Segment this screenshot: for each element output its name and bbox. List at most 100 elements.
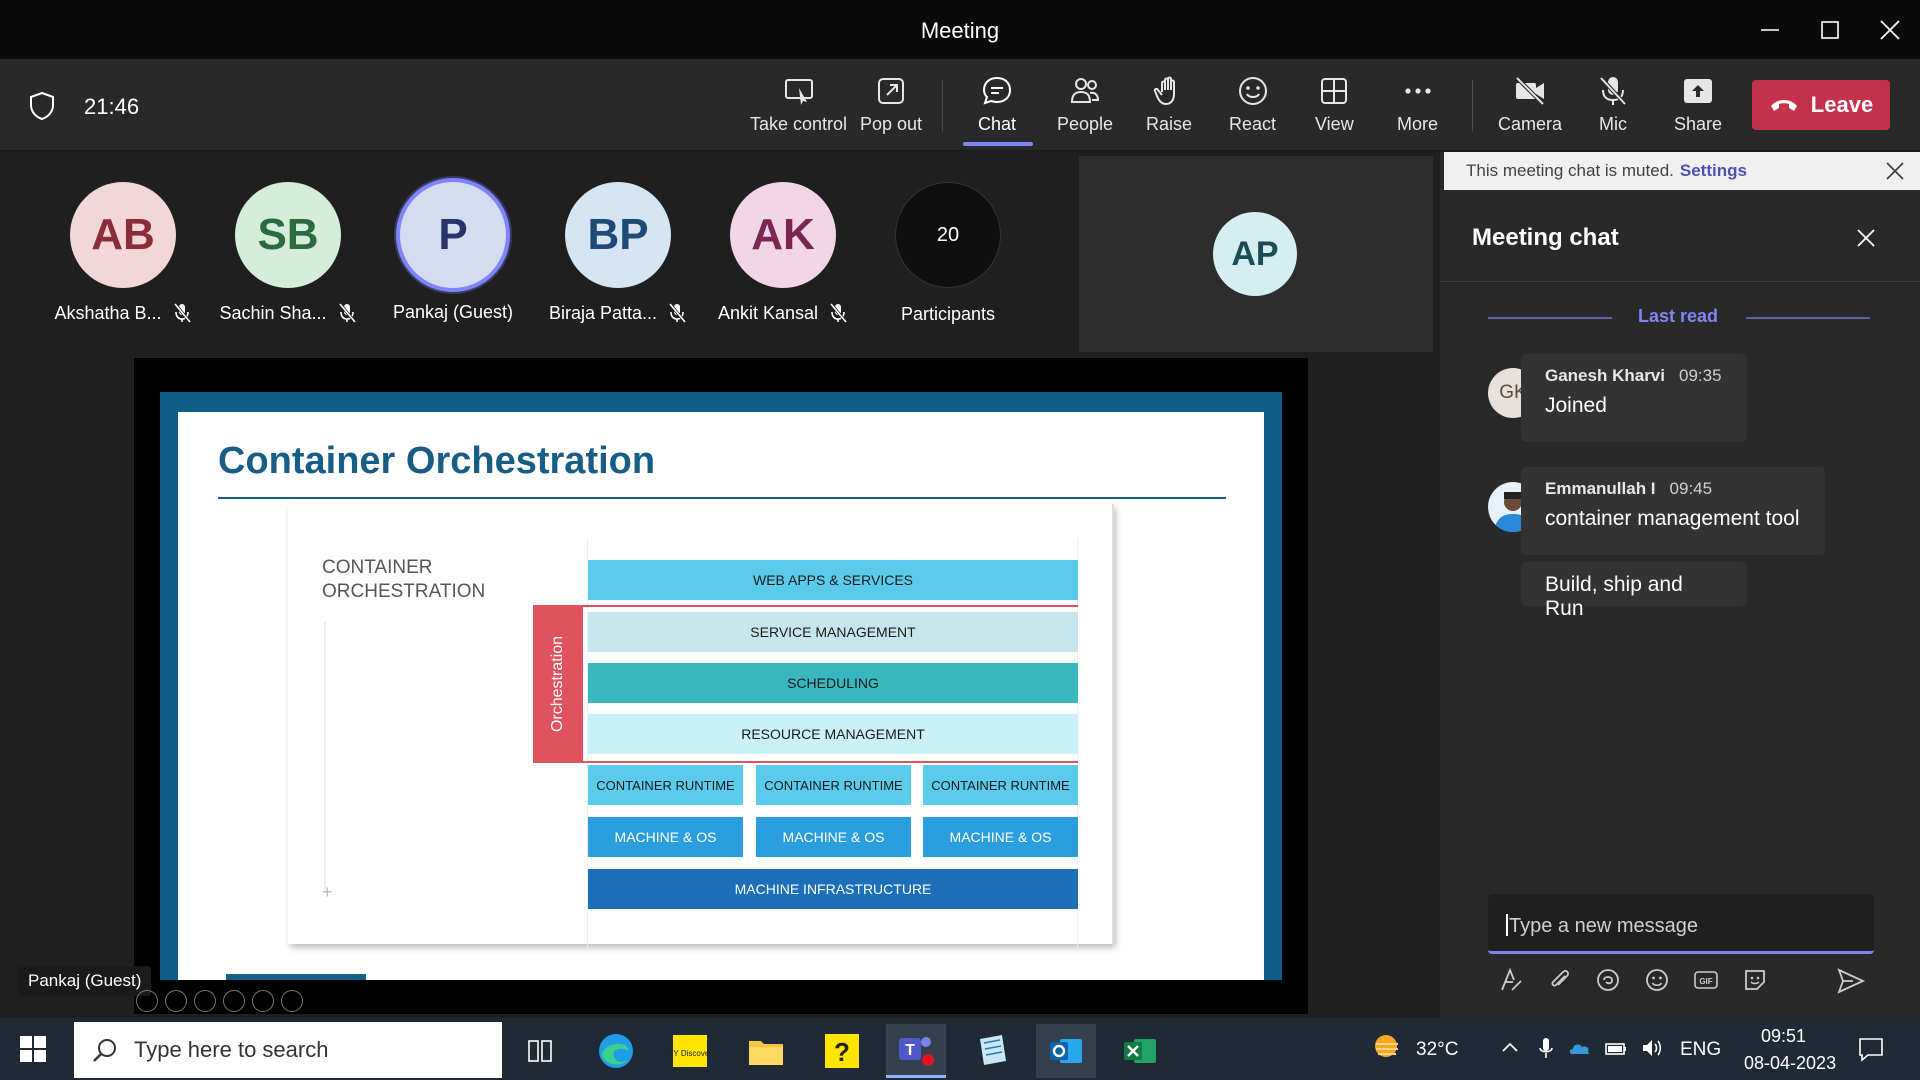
- windows-start-icon[interactable]: [20, 1036, 46, 1062]
- help-icon: ?: [825, 1034, 859, 1068]
- next-slide-icon[interactable]: [165, 990, 187, 1012]
- notepad-app[interactable]: [962, 1024, 1022, 1078]
- participants-count-tile[interactable]: 20 Participants: [873, 182, 1023, 325]
- edge-app[interactable]: [586, 1024, 646, 1078]
- take-control-button[interactable]: Take control: [750, 74, 847, 144]
- diagram-side-label: CONTAINER ORCHESTRATION: [322, 557, 486, 602]
- banner-text: This meeting chat is muted.: [1466, 161, 1674, 180]
- chat-message: Build, ship and Run: [1521, 562, 1747, 620]
- participant-tile-speaking[interactable]: P Pankaj (Guest): [378, 182, 528, 323]
- excel-app[interactable]: [1110, 1024, 1170, 1078]
- participant-tile[interactable]: SB Sachin Sha...: [213, 182, 363, 324]
- microphone-icon[interactable]: [1534, 1036, 1558, 1060]
- notifications-icon[interactable]: [1856, 1034, 1886, 1064]
- search-icon: [93, 1039, 116, 1062]
- weather-sun-icon[interactable]: [1368, 1030, 1406, 1064]
- ey-discover-icon: EY Discover: [670, 1035, 710, 1067]
- avatar: P: [400, 182, 506, 288]
- pop-out-button[interactable]: Pop out: [860, 74, 922, 144]
- attach-icon[interactable]: [1545, 966, 1573, 994]
- battery-icon[interactable]: [1604, 1036, 1628, 1060]
- minimize-button[interactable]: [1740, 0, 1800, 59]
- share-button[interactable]: Share: [1674, 74, 1722, 144]
- chat-active-indicator: [963, 142, 1033, 146]
- close-chat-icon[interactable]: [1854, 226, 1878, 250]
- onedrive-icon[interactable]: [1568, 1036, 1592, 1060]
- view-button[interactable]: View: [1315, 74, 1354, 144]
- teams-app[interactable]: T: [886, 1024, 946, 1078]
- clock-date[interactable]: 08-04-2023: [1744, 1053, 1836, 1074]
- meeting-toolbar: [0, 59, 1920, 151]
- outlook-icon: [1050, 1039, 1082, 1063]
- language-indicator[interactable]: ENG: [1680, 1039, 1721, 1061]
- loop-icon[interactable]: [1594, 966, 1622, 994]
- message-compose-box[interactable]: Type a new message: [1488, 894, 1874, 954]
- react-button[interactable]: React: [1229, 74, 1276, 144]
- volume-icon[interactable]: [1640, 1036, 1664, 1060]
- taskbar-search-input[interactable]: Type here to search: [74, 1022, 502, 1078]
- maximize-button[interactable]: [1800, 0, 1860, 59]
- slides-grid-icon[interactable]: [223, 990, 245, 1012]
- leave-label: Leave: [1810, 92, 1874, 117]
- message-text: container management tool: [1545, 507, 1800, 530]
- react-label: React: [1229, 114, 1277, 134]
- red-divider: [583, 605, 1078, 607]
- chat-message: Emmanullah I 09:45 container management t…: [1521, 467, 1825, 555]
- camera-label: Camera: [1498, 114, 1563, 134]
- close-window-button[interactable]: [1860, 0, 1920, 59]
- people-label: People: [1057, 114, 1114, 134]
- participant-name: Akshatha B...: [54, 302, 162, 323]
- compose-toolbar: GIF: [1496, 966, 1769, 994]
- people-button[interactable]: People: [1057, 74, 1113, 144]
- settings-link[interactable]: Settings: [1680, 161, 1747, 181]
- leave-button[interactable]: Leave: [1752, 80, 1890, 130]
- participant-tile[interactable]: BP Biraja Patta...: [543, 182, 693, 324]
- task-view-button[interactable]: [510, 1024, 570, 1078]
- smiley-icon: [1238, 77, 1267, 105]
- participant-tile[interactable]: AB Akshatha B...: [48, 182, 198, 324]
- gif-icon[interactable]: GIF: [1692, 966, 1720, 994]
- mic-label: Mic: [1599, 114, 1627, 134]
- outlook-app[interactable]: [1036, 1024, 1096, 1078]
- clock-time[interactable]: 09:51: [1761, 1026, 1806, 1047]
- text-cursor: [1506, 914, 1508, 936]
- sticker-icon[interactable]: [1741, 966, 1769, 994]
- divider: [1440, 281, 1920, 282]
- svg-text:EY Discover: EY Discover: [670, 1049, 710, 1058]
- orchestration-label: Orchestration: [549, 635, 567, 733]
- camera-button[interactable]: Camera: [1498, 74, 1562, 144]
- shield-icon[interactable]: [28, 91, 56, 121]
- maximize-icon: [1821, 20, 1839, 39]
- grid-view-icon: [1321, 78, 1348, 104]
- divider: [324, 622, 326, 892]
- chevron-up-icon[interactable]: [1498, 1036, 1522, 1060]
- more-button[interactable]: More: [1397, 74, 1438, 144]
- send-icon[interactable]: [1836, 966, 1866, 996]
- close-banner-icon[interactable]: [1884, 160, 1906, 182]
- participants-count: 20: [895, 182, 1001, 288]
- format-icon[interactable]: [1496, 966, 1524, 994]
- help-app[interactable]: ?: [812, 1024, 872, 1078]
- layer-machine-infrastructure: MACHINE INFRASTRUCTURE: [588, 869, 1078, 909]
- last-read-line: [1746, 317, 1870, 319]
- pen-icon[interactable]: [194, 990, 216, 1012]
- mic-button[interactable]: Mic: [1596, 74, 1630, 144]
- raise-hand-button[interactable]: Raise: [1146, 74, 1192, 144]
- temperature[interactable]: 32°C: [1416, 1039, 1458, 1061]
- file-explorer-app[interactable]: [736, 1024, 796, 1078]
- chat-button[interactable]: Chat: [978, 74, 1016, 144]
- emoji-icon[interactable]: [1643, 966, 1671, 994]
- participant-tile[interactable]: AK Ankit Kansal: [708, 182, 858, 324]
- task-view-icon: [528, 1040, 552, 1062]
- close-icon: [1880, 19, 1900, 40]
- previous-slide-icon[interactable]: [136, 990, 158, 1012]
- more-options-icon[interactable]: [281, 990, 303, 1012]
- message-text: Joined: [1545, 394, 1607, 417]
- share-screen-icon: [1684, 79, 1713, 103]
- slide-footer-tab: [226, 974, 366, 980]
- avatar: AB: [70, 182, 176, 288]
- video-tile[interactable]: AP: [1079, 156, 1433, 352]
- zoom-icon[interactable]: [252, 990, 274, 1012]
- plus-icon: +: [322, 882, 333, 902]
- ey-discover-app[interactable]: EY Discover: [660, 1024, 720, 1078]
